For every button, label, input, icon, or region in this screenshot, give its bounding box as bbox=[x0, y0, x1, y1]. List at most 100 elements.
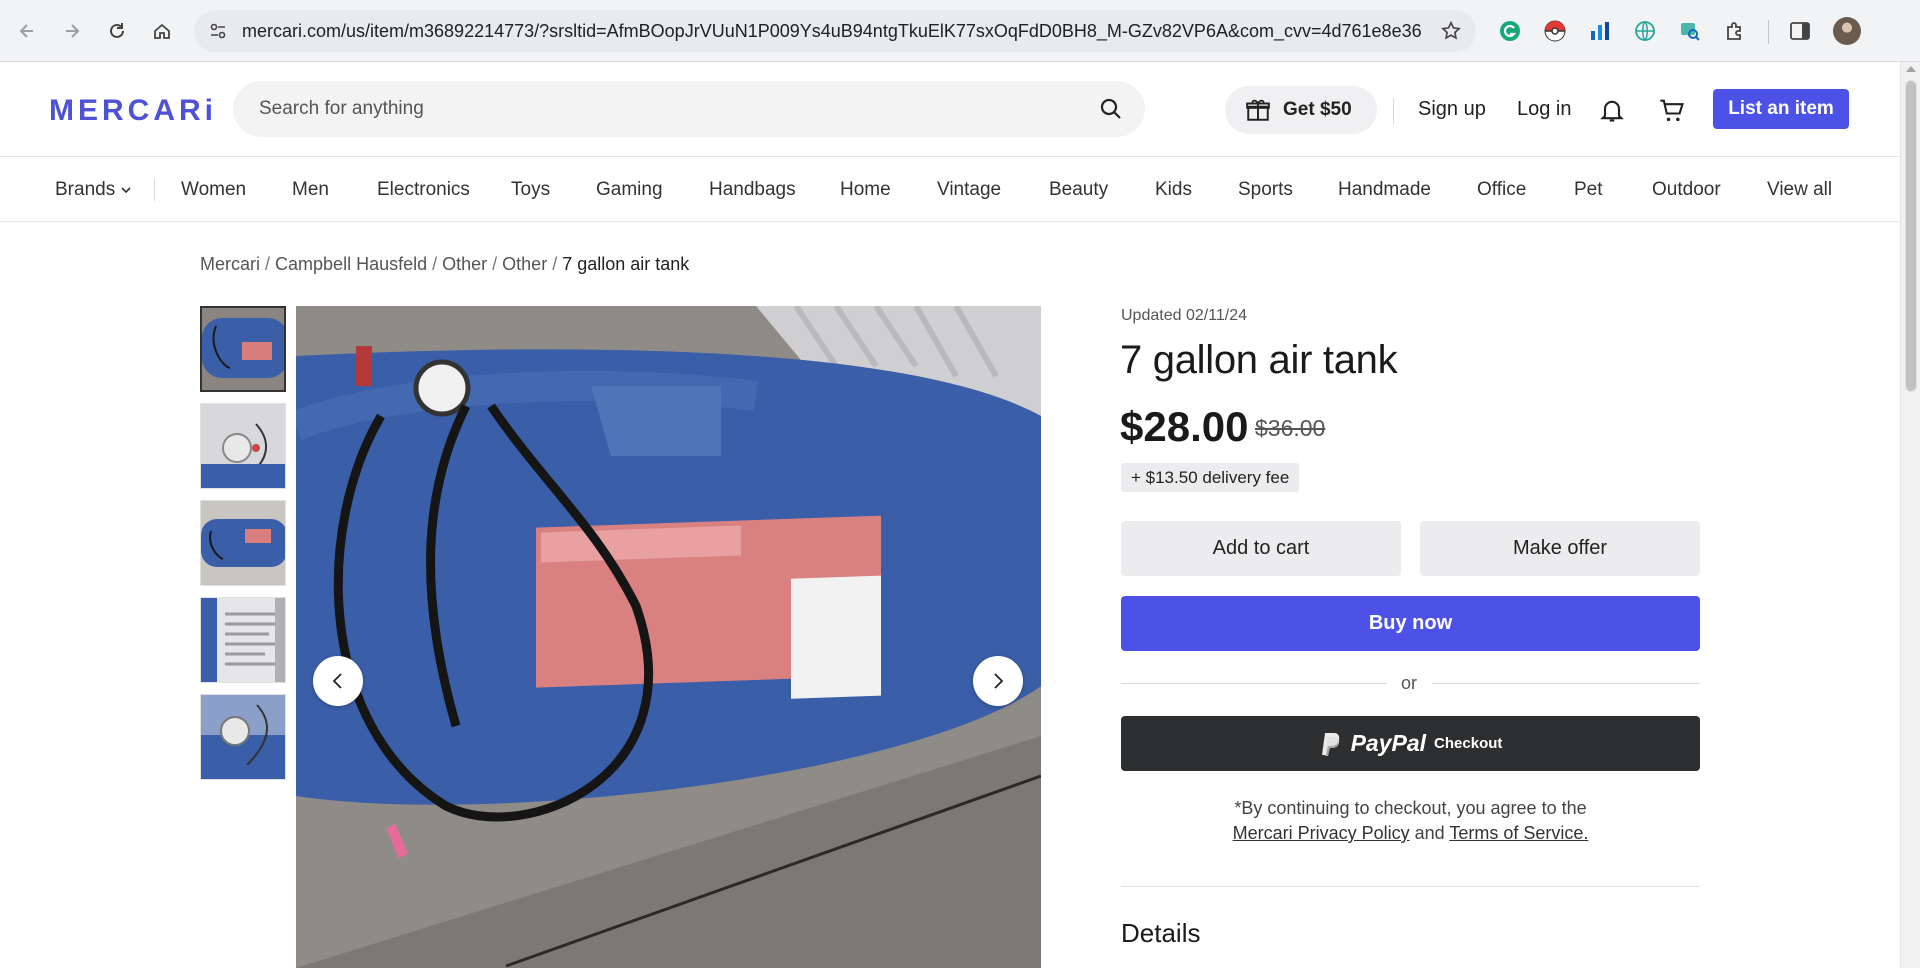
browser-toolbar: mercari.com/us/item/m36892214773/?srslti… bbox=[0, 0, 1920, 62]
pokeball-icon bbox=[1544, 20, 1566, 42]
category-outdoor[interactable]: Outdoor bbox=[1652, 179, 1721, 201]
cart-icon[interactable] bbox=[1658, 96, 1686, 124]
gift-icon bbox=[1246, 99, 1270, 121]
bookmark-star-icon[interactable] bbox=[1440, 20, 1462, 42]
search-bar[interactable] bbox=[233, 81, 1145, 137]
sign-up-link[interactable]: Sign up bbox=[1418, 98, 1486, 121]
make-offer-button[interactable]: Make offer bbox=[1420, 521, 1700, 576]
category-handmade[interactable]: Handmade bbox=[1338, 179, 1431, 201]
search-icon[interactable] bbox=[1099, 97, 1123, 121]
toolbar-divider bbox=[1768, 20, 1769, 44]
arrow-right-icon bbox=[66, 24, 80, 38]
category-women[interactable]: Women bbox=[181, 179, 246, 201]
terms-of-service-link[interactable]: Terms of Service. bbox=[1449, 823, 1588, 843]
category-brands[interactable]: Brands bbox=[55, 179, 132, 201]
terms-and: and bbox=[1414, 823, 1445, 843]
category-kids[interactable]: Kids bbox=[1155, 179, 1192, 201]
breadcrumb-mercari[interactable]: Mercari bbox=[200, 254, 260, 274]
delivery-fee-badge: + $13.50 delivery fee bbox=[1121, 463, 1300, 492]
grammarly-extension[interactable] bbox=[1496, 17, 1524, 45]
get-50-label: Get $50 bbox=[1283, 99, 1352, 120]
profile-avatar[interactable] bbox=[1833, 17, 1861, 45]
next-image-button[interactable] bbox=[973, 656, 1023, 706]
analytics-extension[interactable] bbox=[1586, 17, 1614, 45]
site-info-icon[interactable] bbox=[208, 21, 228, 41]
or-label: or bbox=[1401, 673, 1418, 693]
product-title: 7 gallon air tank bbox=[1120, 338, 1398, 382]
page-scrollbar[interactable] bbox=[1900, 62, 1920, 968]
scrollbar-thumb[interactable] bbox=[1905, 80, 1917, 392]
category-pet[interactable]: Pet bbox=[1574, 179, 1603, 201]
reload-icon bbox=[110, 23, 124, 38]
thumbnail-image bbox=[201, 501, 285, 585]
buy-now-button[interactable]: Buy now bbox=[1121, 596, 1700, 651]
category-toys[interactable]: Toys bbox=[511, 179, 550, 201]
or-divider-left bbox=[1121, 683, 1387, 684]
checkout-terms: *By continuing to checkout, you agree to… bbox=[1121, 796, 1700, 846]
details-heading: Details bbox=[1121, 918, 1201, 948]
get-50-button[interactable]: Get $50 bbox=[1225, 86, 1377, 134]
category-handbags[interactable]: Handbags bbox=[709, 179, 796, 201]
site-header: MERCARi Get $50 Sign up Log in List an i… bbox=[0, 62, 1900, 157]
search-extension[interactable] bbox=[1676, 17, 1704, 45]
product-thumbnail-3[interactable] bbox=[200, 500, 286, 586]
category-view-all[interactable]: View all bbox=[1767, 179, 1832, 201]
category-sports[interactable]: Sports bbox=[1238, 179, 1293, 201]
original-price: $36.00 bbox=[1255, 415, 1326, 441]
category-gaming[interactable]: Gaming bbox=[596, 179, 663, 201]
chevron-right-icon bbox=[994, 673, 1004, 689]
breadcrumb-separator: / bbox=[265, 254, 271, 274]
mercari-logo[interactable]: MERCARi bbox=[49, 94, 217, 128]
category-beauty[interactable]: Beauty bbox=[1049, 179, 1108, 201]
updated-date: Updated 02/11/24 bbox=[1121, 307, 1248, 324]
product-main-image[interactable] bbox=[296, 306, 1041, 968]
breadcrumb-brand[interactable]: Campbell Hausfeld bbox=[275, 254, 427, 274]
thumbnail-image bbox=[201, 695, 285, 779]
product-price: $28.00 bbox=[1120, 403, 1249, 450]
add-to-cart-button[interactable]: Add to cart bbox=[1121, 521, 1401, 576]
breadcrumb-category[interactable]: Other bbox=[442, 254, 487, 274]
breadcrumb-subcategory[interactable]: Other bbox=[502, 254, 547, 274]
chevron-left-icon bbox=[332, 673, 342, 689]
air-tank-photo bbox=[296, 306, 1041, 968]
forward-button[interactable] bbox=[54, 13, 90, 49]
side-panel-button[interactable] bbox=[1786, 17, 1814, 45]
product-thumbnail-2[interactable] bbox=[200, 403, 286, 489]
back-button[interactable] bbox=[9, 13, 45, 49]
home-icon bbox=[154, 23, 170, 39]
breadcrumb-separator: / bbox=[492, 254, 498, 274]
network-extension[interactable] bbox=[1631, 17, 1659, 45]
log-in-link[interactable]: Log in bbox=[1517, 98, 1572, 121]
extensions-button[interactable] bbox=[1721, 17, 1749, 45]
privacy-policy-link[interactable]: Mercari Privacy Policy bbox=[1233, 823, 1410, 843]
puzzle-icon bbox=[1727, 22, 1741, 40]
product-thumbnail-1[interactable] bbox=[200, 306, 286, 392]
product-thumbnail-4[interactable] bbox=[200, 597, 286, 683]
category-vintage[interactable]: Vintage bbox=[937, 179, 1001, 201]
breadcrumb-separator: / bbox=[432, 254, 438, 274]
paypal-checkout-label: Checkout bbox=[1434, 735, 1503, 752]
paypal-wordmark: PayPal bbox=[1350, 730, 1427, 756]
breadcrumb-current: 7 gallon air tank bbox=[562, 254, 690, 274]
category-office[interactable]: Office bbox=[1477, 179, 1526, 201]
category-men[interactable]: Men bbox=[292, 179, 329, 201]
category-electronics[interactable]: Electronics bbox=[377, 179, 470, 201]
reload-button[interactable] bbox=[99, 13, 135, 49]
product-thumbnail-5[interactable] bbox=[200, 694, 286, 780]
arrow-left-icon bbox=[19, 24, 33, 38]
pokeball-extension[interactable] bbox=[1541, 17, 1569, 45]
list-an-item-button[interactable]: List an item bbox=[1713, 89, 1849, 129]
category-divider bbox=[154, 179, 155, 201]
previous-image-button[interactable] bbox=[313, 656, 363, 706]
bell-icon[interactable] bbox=[1598, 96, 1626, 124]
scroll-up-arrow-icon[interactable] bbox=[1906, 66, 1916, 72]
home-button[interactable] bbox=[144, 13, 180, 49]
category-home[interactable]: Home bbox=[840, 179, 891, 201]
address-bar[interactable]: mercari.com/us/item/m36892214773/?srslti… bbox=[194, 10, 1476, 52]
breadcrumb: Mercari / Campbell Hausfeld / Other / Other/7 … bbox=[200, 254, 689, 275]
url-text[interactable]: mercari.com/us/item/m36892214773/?srslti… bbox=[242, 21, 1422, 41]
header-divider bbox=[1393, 98, 1394, 124]
paypal-logo-icon bbox=[1321, 732, 1339, 756]
paypal-checkout-button[interactable]: PayPal Checkout bbox=[1121, 716, 1700, 771]
search-input[interactable] bbox=[259, 81, 1079, 137]
